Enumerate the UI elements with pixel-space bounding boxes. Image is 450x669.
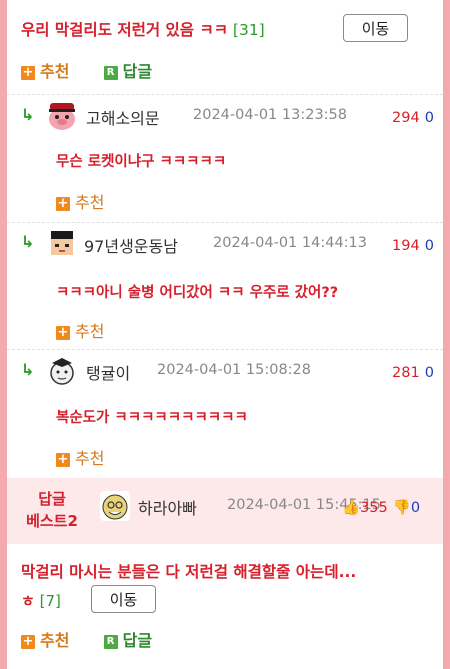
comment-date: 2024-04-01 15:08:28 (157, 362, 311, 378)
best-reply-label: 답글 베스트2 (17, 488, 87, 532)
upvote-count: 194 (392, 238, 420, 254)
recommend-label: 추천 (75, 193, 105, 212)
reply-arrow-icon: ↳ (21, 360, 35, 379)
post-title[interactable]: 우리 막걸리도 저런거 있음 ㅋㅋ (21, 21, 228, 39)
recommend-label: 추천 (75, 322, 105, 341)
best-label-line2: 베스트2 (26, 512, 78, 530)
thumbs-down-icon[interactable]: 👎 (393, 500, 411, 516)
plus-icon: + (56, 324, 70, 340)
avatar[interactable] (100, 491, 130, 521)
recommend-label: 추천 (75, 449, 105, 468)
reply-label: 답글 (122, 631, 153, 650)
post-comment-count: [31] (232, 21, 265, 39)
divider (7, 349, 443, 350)
downvote-count: 0 (410, 500, 421, 516)
vote-counts: 194 0 (392, 235, 434, 254)
downvote-count: 0 (424, 365, 435, 381)
comment-nickname[interactable]: 97년생운동남 (84, 233, 178, 257)
plus-icon: + (56, 195, 70, 211)
downvote-count: 0 (424, 238, 435, 254)
plus-icon: + (21, 633, 35, 649)
best-label-line1: 답글 (38, 490, 66, 508)
post-title[interactable]: 막걸리 마시는 분들은 다 저런걸 해결할줄 아는데... (21, 560, 356, 582)
best-vote-counts: 👍355 👎0 (342, 497, 420, 516)
post-title-row[interactable]: 우리 막걸리도 저런거 있음 ㅋㅋ [31] (21, 18, 265, 40)
downvote-count: 0 (424, 110, 435, 126)
comment-panel: 우리 막걸리도 저런거 있음 ㅋㅋ [31] 이동 + 추천 R 답글 ↳ 고해소의… (7, 0, 443, 669)
vote-counts: 294 0 (392, 107, 434, 126)
move-button[interactable]: 이동 (91, 585, 156, 613)
comment-text: 복순도가 ㅋㅋㅋㅋㅋㅋㅋㅋㅋㅋ (56, 410, 248, 426)
reply-button[interactable]: R 답글 (103, 62, 153, 81)
best-nickname[interactable]: 하라아빠 (138, 495, 197, 519)
vote-counts: 281 0 (392, 362, 434, 381)
upvote-count: 355 (360, 500, 388, 516)
avatar[interactable] (47, 228, 77, 258)
recommend-label: 추천 (40, 62, 70, 81)
post-actions: + 추천 R 답글 (21, 627, 152, 651)
post-actions: + 추천 R 답글 (21, 58, 152, 82)
comment-date: 2024-04-01 14:44:13 (213, 235, 367, 251)
move-button[interactable]: 이동 (343, 14, 408, 42)
reply-button[interactable]: R 답글 (103, 631, 153, 650)
recommend-button[interactable]: + 추천 (56, 318, 104, 342)
recommend-button[interactable]: + 추천 (21, 631, 69, 650)
comment-text: ㅋㅋㅋ아니 술병 어디갔어 ㅋㅋ 우주로 갔어?? (56, 285, 339, 301)
reply-label: 답글 (122, 62, 153, 81)
comment-nickname[interactable]: 탱귤이 (86, 360, 130, 384)
reply-arrow-icon: ↳ (21, 232, 35, 251)
plus-icon: + (56, 451, 70, 467)
reply-arrow-icon: ↳ (21, 105, 35, 124)
reply-r-icon: R (103, 634, 118, 649)
thumbs-up-icon[interactable]: 👍 (342, 500, 360, 516)
reply-r-icon: R (103, 65, 118, 80)
plus-icon: + (21, 64, 35, 80)
upvote-count: 294 (392, 110, 420, 126)
post-title-tail[interactable]: ㅎ (21, 592, 35, 610)
avatar[interactable] (47, 355, 77, 385)
recommend-button[interactable]: + 추천 (21, 62, 69, 81)
comment-date: 2024-04-01 13:23:58 (193, 107, 347, 123)
avatar[interactable] (47, 100, 77, 130)
recommend-label: 추천 (40, 631, 70, 650)
divider (7, 94, 443, 95)
post-title-tail-row: ㅎ [7] (21, 590, 61, 611)
upvote-count: 281 (392, 365, 420, 381)
comment-nickname[interactable]: 고해소의문 (86, 105, 160, 129)
comment-text: 무슨 로켓이냐구 ㅋㅋㅋㅋㅋ (56, 154, 227, 170)
recommend-button[interactable]: + 추천 (56, 189, 104, 213)
recommend-button[interactable]: + 추천 (56, 445, 104, 469)
post-comment-count: [7] (39, 592, 61, 610)
divider (7, 222, 443, 223)
